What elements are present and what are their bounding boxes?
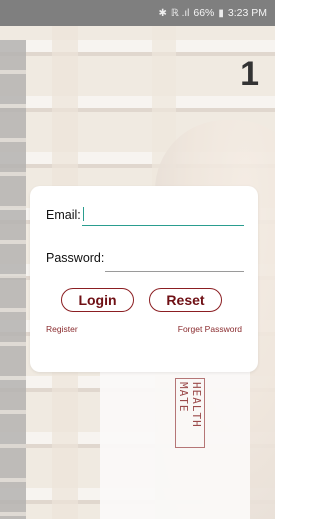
password-label: Password: — [46, 251, 105, 265]
password-field[interactable] — [105, 249, 244, 272]
status-bar: ✱ ℝ .ıl 66% ▮ 3:23 PM — [0, 0, 275, 26]
brand-logo: HEALTH MATE — [175, 378, 205, 448]
email-label: Email: — [46, 208, 81, 222]
battery-icon: ▮ — [218, 7, 224, 19]
email-field[interactable] — [82, 203, 244, 226]
text-caret — [83, 207, 84, 221]
register-link[interactable]: Register — [46, 324, 78, 334]
reset-button[interactable]: Reset — [149, 288, 222, 312]
clock: 3:23 PM — [227, 7, 267, 19]
signal-icon: ℝ .ıl — [170, 7, 190, 19]
login-card: Email: Password: Login Reset Register Fo… — [30, 186, 258, 372]
forgot-password-link[interactable]: Forget Password — [178, 324, 242, 334]
bluetooth-icon: ✱ — [158, 7, 167, 19]
app-screen: HEALTH MATE ✱ ℝ .ıl 66% ▮ 3:23 PM 1 Emai… — [0, 0, 275, 519]
page-number: 1 — [240, 55, 259, 93]
login-button[interactable]: Login — [61, 288, 134, 312]
battery-level: 66% — [193, 7, 215, 19]
